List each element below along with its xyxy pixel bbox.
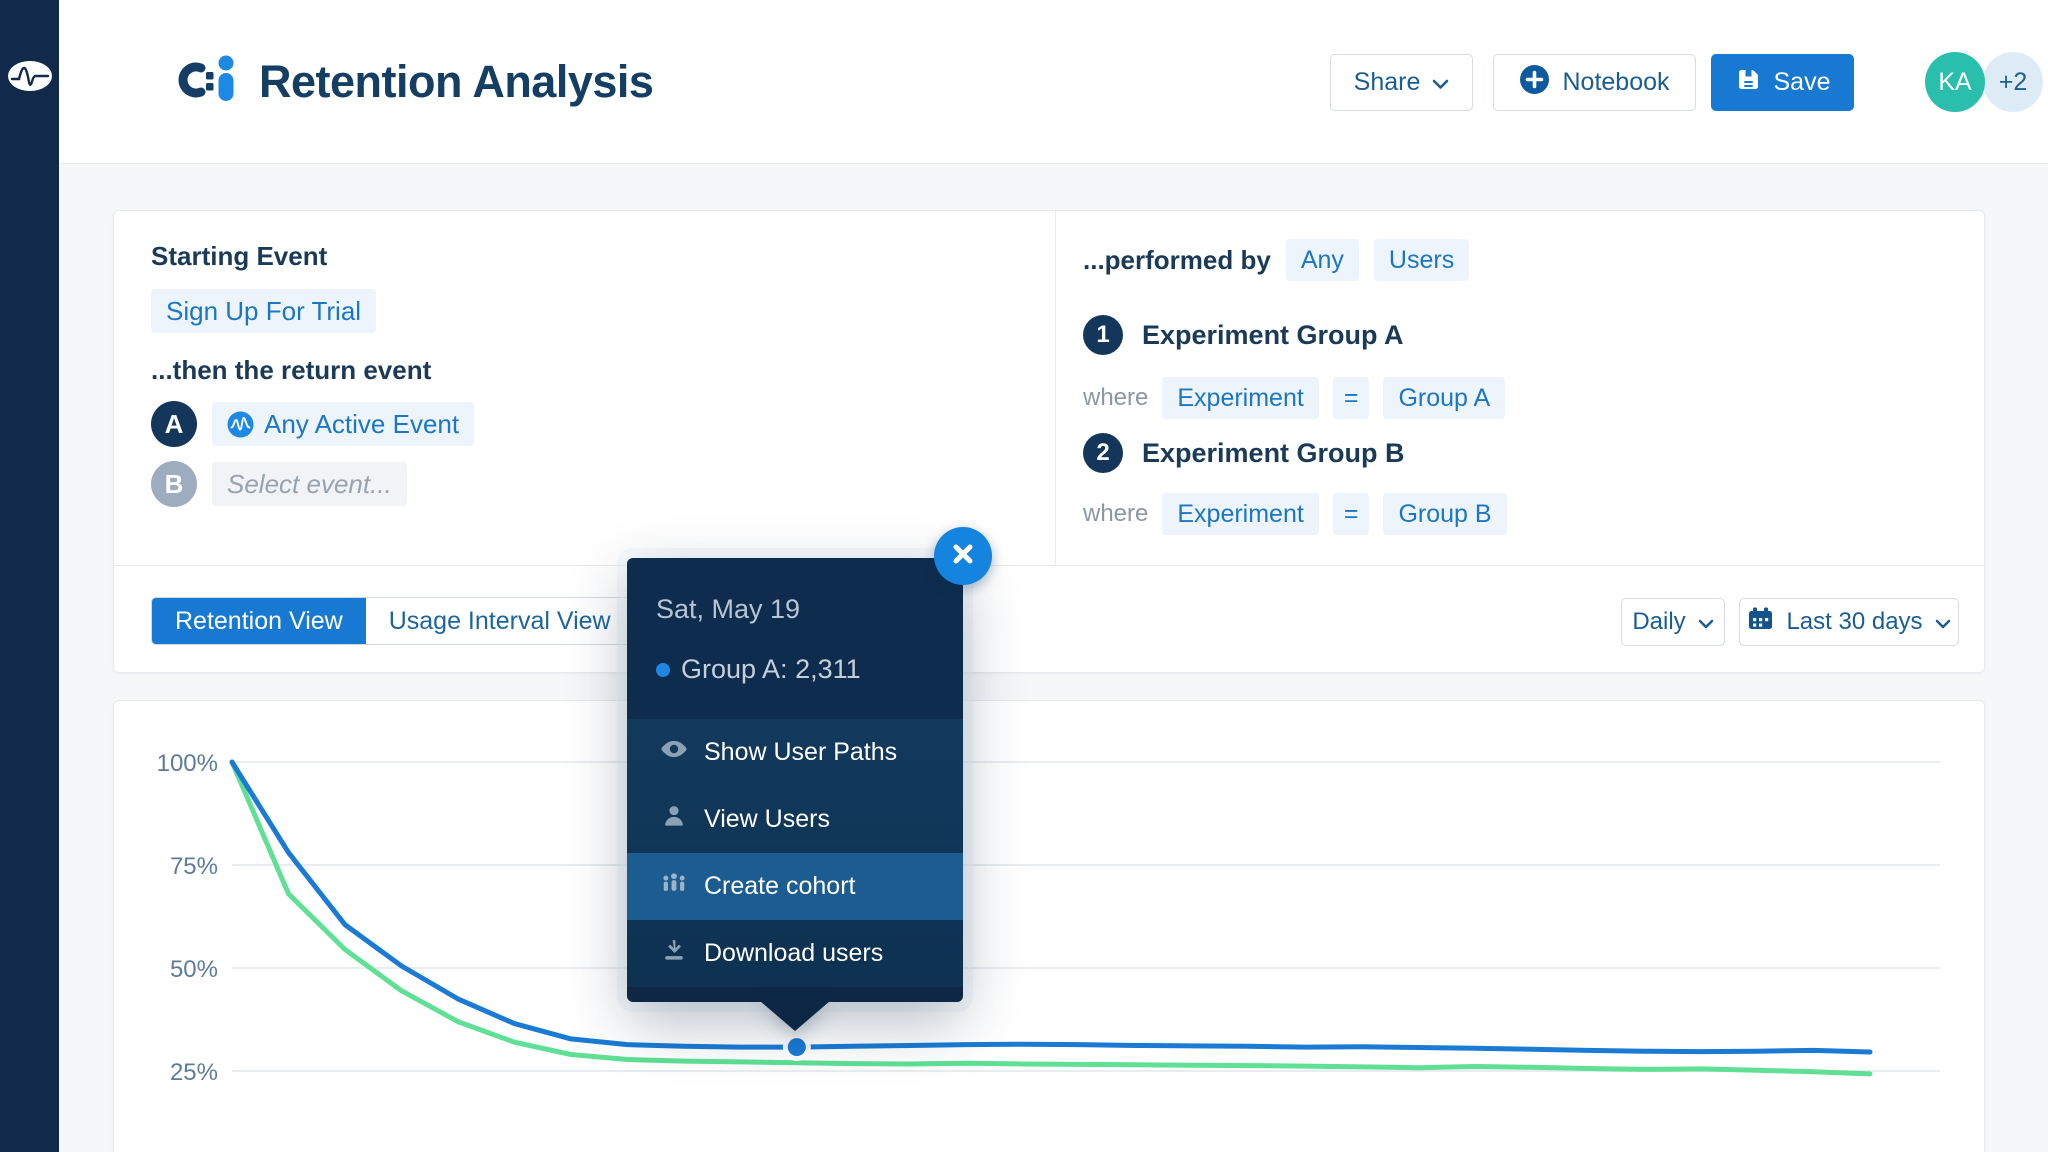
- any-active-event-chip[interactable]: Any Active Event: [212, 402, 474, 446]
- popup-series-value: Group A: 2,311: [656, 654, 861, 685]
- avatar-initials-label: KA: [1938, 68, 1971, 97]
- tab-usage-interval-view[interactable]: Usage Interval View: [366, 598, 634, 644]
- retention-analysis-app: Retention Analysis Share Notebook: [0, 0, 2048, 1152]
- where-label: where: [1083, 384, 1148, 412]
- menu-item-download-users[interactable]: Download users: [627, 920, 963, 987]
- analysis-builder-card: Starting Event Sign Up For Trial ...then…: [113, 210, 1985, 673]
- share-button[interactable]: Share: [1330, 54, 1473, 111]
- chevron-down-icon: [1698, 608, 1714, 636]
- event-badge-b: B: [151, 461, 197, 507]
- amplitude-event-icon: [227, 411, 254, 438]
- group-b-where-row: where Experiment = Group B: [1083, 493, 1507, 535]
- menu-item-view-users[interactable]: View Users: [627, 786, 963, 853]
- event-badge-a: A: [151, 401, 197, 447]
- notebook-button[interactable]: Notebook: [1493, 54, 1696, 111]
- menu-item-label: Download users: [704, 939, 883, 968]
- save-button-label: Save: [1774, 68, 1831, 97]
- user-icon: [660, 802, 688, 837]
- group-b-value-chip[interactable]: Group B: [1383, 493, 1506, 535]
- users-icon: [660, 869, 688, 904]
- share-button-label: Share: [1354, 68, 1421, 97]
- save-button[interactable]: Save: [1711, 54, 1854, 111]
- menu-item-show-user-paths[interactable]: Show User Paths: [627, 719, 963, 786]
- plus-circle-icon: [1519, 64, 1550, 102]
- return-event-row-a: A Any Active Event: [151, 401, 474, 447]
- performed-by-row: ...performed by Any Users: [1083, 239, 1469, 281]
- series-value-label: Group A: 2,311: [681, 654, 861, 685]
- group-a-row: 1 Experiment Group A: [1083, 315, 1404, 355]
- menu-item-label: Show User Paths: [704, 738, 897, 767]
- group-b-operator-chip[interactable]: =: [1333, 493, 1370, 535]
- group-b-row: 2 Experiment Group B: [1083, 433, 1405, 473]
- return-event-label: ...then the return event: [151, 355, 431, 386]
- return-event-row-b: B Select event...: [151, 461, 407, 507]
- performed-by-users-chip[interactable]: Users: [1374, 239, 1469, 281]
- page-title: Retention Analysis: [259, 56, 653, 108]
- group-a-operator-chip[interactable]: =: [1333, 377, 1370, 419]
- menu-item-label: View Users: [704, 805, 830, 834]
- performed-by-label: ...performed by: [1083, 245, 1271, 276]
- group-b-property-chip[interactable]: Experiment: [1162, 493, 1318, 535]
- app-sidebar: [0, 0, 59, 1152]
- download-icon: [660, 936, 688, 971]
- group-a-where-row: where Experiment = Group A: [1083, 377, 1505, 419]
- brand: Retention Analysis: [177, 0, 653, 163]
- close-popup-button[interactable]: [934, 527, 992, 585]
- popup-menu: Show User Paths View Users: [627, 719, 963, 987]
- series-color-dot: [656, 663, 670, 677]
- retention-chart-card: [113, 700, 1985, 1152]
- popup-date: Sat, May 19: [656, 594, 800, 625]
- builder-vertical-divider: [1055, 211, 1056, 565]
- where-label: where: [1083, 500, 1148, 528]
- starting-event-chip[interactable]: Sign Up For Trial: [151, 289, 376, 333]
- group-2-badge: 2: [1083, 433, 1123, 473]
- builder-horizontal-divider: [114, 565, 1984, 566]
- close-icon: [950, 541, 976, 572]
- popup-arrow: [760, 1001, 830, 1031]
- date-range-select[interactable]: Last 30 days: [1739, 598, 1959, 646]
- date-range-label: Last 30 days: [1786, 608, 1922, 636]
- select-event-chip[interactable]: Select event...: [212, 462, 407, 506]
- any-active-event-label: Any Active Event: [264, 409, 459, 440]
- amplitude-logo-icon[interactable]: [7, 60, 53, 97]
- tab-retention-view[interactable]: Retention View: [152, 598, 366, 644]
- chevron-down-icon: [1432, 68, 1449, 97]
- eye-icon: [660, 735, 688, 770]
- popup-header: Sat, May 19 Group A: 2,311: [627, 558, 963, 719]
- chevron-down-icon: [1935, 608, 1951, 636]
- datapoint-popup: Sat, May 19 Group A: 2,311 Show User Pat…: [627, 558, 963, 1002]
- notebook-button-label: Notebook: [1562, 68, 1669, 97]
- group-a-name: Experiment Group A: [1142, 320, 1404, 351]
- menu-item-label: Create cohort: [704, 872, 855, 901]
- starting-event-label: Starting Event: [151, 241, 327, 272]
- chart-product-icon: [177, 52, 239, 111]
- group-a-value-chip[interactable]: Group A: [1383, 377, 1505, 419]
- popup-footer: [627, 987, 963, 1002]
- user-avatar-initials[interactable]: KA: [1925, 52, 1985, 112]
- group-a-property-chip[interactable]: Experiment: [1162, 377, 1318, 419]
- avatar-more-label: +2: [1999, 68, 2028, 97]
- group-b-name: Experiment Group B: [1142, 438, 1405, 469]
- app-header: Retention Analysis Share Notebook: [59, 0, 2048, 164]
- user-avatar-photo[interactable]: [1867, 52, 1927, 112]
- interval-select-label: Daily: [1632, 608, 1685, 636]
- view-toggle-group: Retention View Usage Interval View: [151, 597, 635, 645]
- avatar-overflow-count[interactable]: +2: [1983, 52, 2043, 112]
- save-disk-icon: [1735, 66, 1762, 100]
- interval-select[interactable]: Daily: [1621, 598, 1725, 646]
- performed-by-any-chip[interactable]: Any: [1286, 239, 1359, 281]
- menu-item-create-cohort[interactable]: Create cohort: [627, 853, 963, 920]
- calendar-icon: [1747, 606, 1774, 638]
- group-1-badge: 1: [1083, 315, 1123, 355]
